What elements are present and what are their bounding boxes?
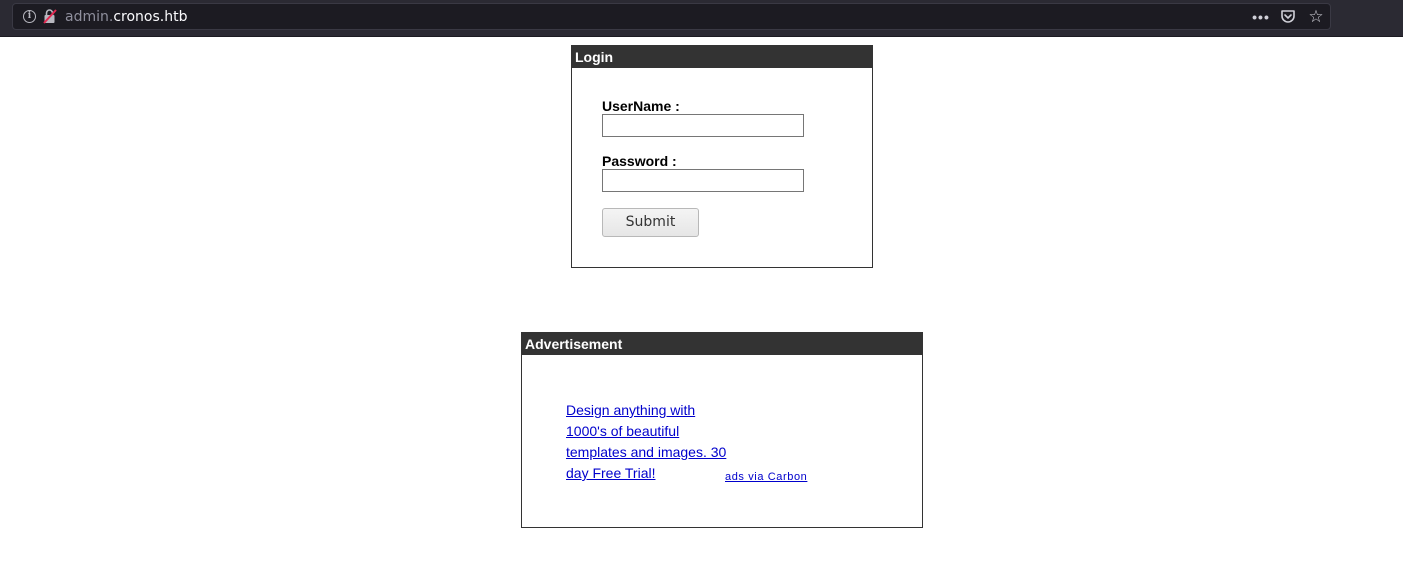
browser-toolbar: i admin.cronos.htb ••• ☆ [0,0,1403,37]
bookmark-star-icon[interactable]: ☆ [1307,8,1325,26]
address-bar[interactable]: i admin.cronos.htb ••• ☆ [12,3,1331,30]
more-actions-icon[interactable]: ••• [1251,8,1271,26]
url-domain: cronos.htb [113,9,188,25]
password-label: Password : [602,153,677,169]
login-header: Login [572,46,872,68]
login-panel: Login UserName : Password : Submit [571,45,873,268]
username-input[interactable] [602,114,804,137]
submit-button[interactable]: Submit [602,208,699,237]
url-text[interactable]: admin.cronos.htb [65,9,187,25]
password-input[interactable] [602,169,804,192]
insecure-lock-icon[interactable] [43,9,57,24]
ads-via-carbon-link[interactable]: ads via Carbon [725,471,807,483]
advertisement-header: Advertisement [522,333,922,355]
pocket-icon[interactable] [1279,8,1297,26]
url-subdomain: admin. [65,9,114,25]
info-icon[interactable]: i [23,10,36,23]
advertisement-panel: Advertisement Design anything with 1000'… [521,332,923,528]
username-label: UserName : [602,98,680,114]
ad-link[interactable]: Design anything with 1000's of beautiful… [566,400,738,484]
